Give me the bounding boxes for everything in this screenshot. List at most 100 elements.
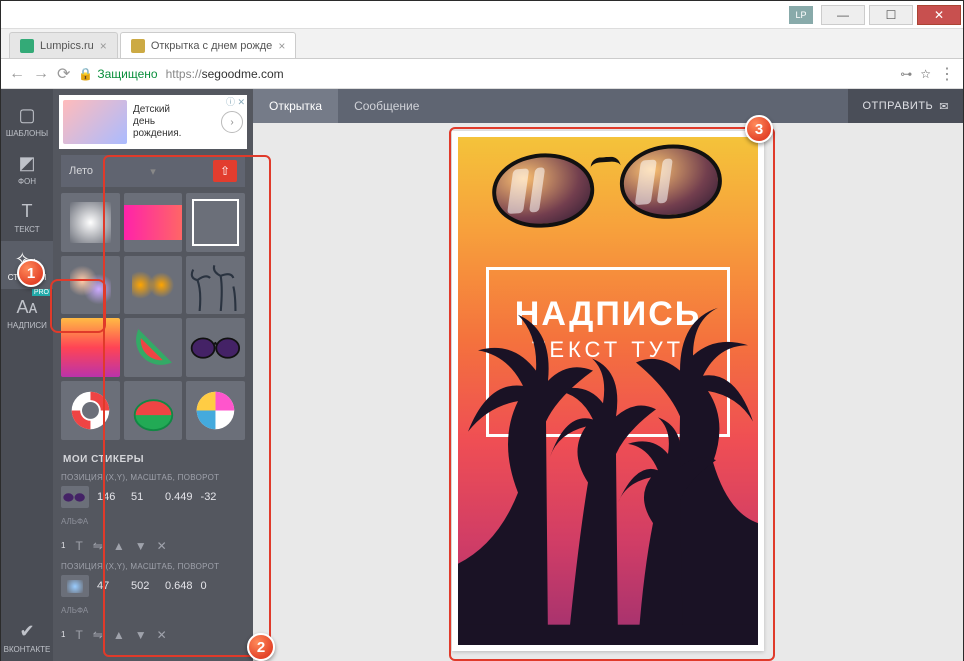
- sticker-thumb: [61, 575, 89, 597]
- favicon-icon: [20, 39, 34, 53]
- my-stickers-heading: МОИ СТИКЕРЫ: [63, 454, 243, 465]
- window-close-button[interactable]: ✕: [917, 5, 961, 25]
- poster-background: НАДПИСЬ ТЕКСТ ТУТ: [458, 137, 758, 645]
- tab-close-icon[interactable]: ×: [278, 39, 285, 53]
- sticker-watermelon-slice[interactable]: [124, 318, 183, 377]
- rail-vk[interactable]: ✔ ВКОНТАКТЕ: [1, 613, 53, 661]
- sticker-frame-white[interactable]: [186, 193, 245, 252]
- main-area: Открытка Сообщение ОТПРАВИТЬ ✉ НАДПИСЬ Т…: [253, 89, 963, 661]
- back-button[interactable]: ←: [9, 65, 25, 83]
- hint-marker-3: 3: [745, 115, 773, 143]
- sticker-watermelon-full[interactable]: [124, 381, 183, 440]
- rail-label: НАДПИСИ: [7, 321, 47, 330]
- text-tool-icon[interactable]: T: [75, 628, 82, 642]
- browser-tab-lumpics[interactable]: Lumpics.ru ×: [9, 32, 118, 58]
- text-icon: T: [22, 201, 33, 222]
- bookmark-star-icon[interactable]: ☆: [920, 67, 931, 81]
- canvas-area: НАДПИСЬ ТЕКСТ ТУТ: [253, 123, 963, 661]
- rail-text[interactable]: T ТЕКСТ: [1, 193, 53, 241]
- browser-menu-icon[interactable]: ⋮: [939, 64, 955, 84]
- url-text[interactable]: https://segoodme.com: [166, 67, 284, 81]
- ad-banner[interactable]: Детскийденьрождения. › ⓘ ✕: [59, 95, 247, 149]
- sticker-orange-grad[interactable]: [61, 318, 120, 377]
- stickers-panel: Детскийденьрождения. › ⓘ ✕ Лето ▾ ⇧ МОИ …: [53, 89, 253, 661]
- sticker-item-row[interactable]: 146 51 0.449 -32: [61, 484, 245, 510]
- window-minimize-button[interactable]: —: [821, 5, 865, 25]
- alpha-value[interactable]: 1: [61, 630, 65, 639]
- tab-close-icon[interactable]: ×: [100, 39, 107, 53]
- templates-icon: ▢: [18, 105, 35, 126]
- rail-label: ТЕКСТ: [14, 225, 39, 234]
- pos-y-value[interactable]: 502: [131, 580, 157, 592]
- alpha-value[interactable]: 1: [61, 541, 65, 550]
- browser-address-bar: ← → ⟳ 🔒 Защищено https://segoodme.com ⊶ …: [1, 59, 963, 89]
- sticker-item-row[interactable]: 47 502 0.648 0: [61, 573, 245, 599]
- layer-up-icon[interactable]: ▲: [113, 539, 125, 553]
- browser-tab-segoodme[interactable]: Открытка с днем рожде ×: [120, 32, 297, 58]
- layer-up-icon[interactable]: ▲: [113, 628, 125, 642]
- text-tool-icon[interactable]: T: [75, 539, 82, 553]
- rail-label: ШАБЛОНЫ: [6, 129, 48, 138]
- vk-icon: ✔: [19, 621, 34, 642]
- delete-icon[interactable]: ✕: [157, 539, 167, 553]
- rail-label: ВКОНТАКТЕ: [4, 645, 51, 654]
- alpha-label: АЛЬФА: [61, 606, 88, 615]
- window-maximize-button[interactable]: ☐: [869, 5, 913, 25]
- upload-button[interactable]: ⇧: [213, 160, 237, 182]
- reload-button[interactable]: ⟳: [57, 64, 70, 84]
- secure-indicator: 🔒 Защищено: [78, 67, 157, 81]
- sticker-beach-ball[interactable]: [186, 381, 245, 440]
- ad-image: [63, 100, 127, 144]
- flip-icon[interactable]: ⇋: [93, 539, 103, 553]
- sticker-pink-grad[interactable]: [124, 193, 183, 252]
- layer-down-icon[interactable]: ▼: [135, 539, 147, 553]
- sticker-properties: ПОЗИЦИЯ (X,Y), МАСШТАБ, ПОВОРОТ 146 51 0…: [61, 469, 245, 647]
- sticker-sunglasses[interactable]: [186, 318, 245, 377]
- tab-title: Lumpics.ru: [40, 40, 94, 52]
- window-titlebar: LP — ☐ ✕: [1, 1, 963, 29]
- sticker-palms[interactable]: [186, 256, 245, 315]
- pos-x-value[interactable]: 47: [97, 580, 123, 592]
- delete-icon[interactable]: ✕: [157, 628, 167, 642]
- scale-value[interactable]: 0.648: [165, 580, 193, 592]
- sunglasses-sticker[interactable]: [489, 137, 724, 237]
- rail-captions[interactable]: PRO Aᴀ НАДПИСИ: [1, 289, 53, 337]
- background-icon: ◩: [18, 153, 35, 174]
- sticker-bokeh[interactable]: [61, 256, 120, 315]
- layer-down-icon[interactable]: ▼: [135, 628, 147, 642]
- rotation-value[interactable]: 0: [201, 580, 227, 592]
- sticker-thumb: [61, 486, 89, 508]
- sticker-lifebuoy[interactable]: [61, 381, 120, 440]
- rail-label: ФОН: [18, 177, 36, 186]
- tab-message[interactable]: Сообщение: [338, 89, 435, 123]
- scale-value[interactable]: 0.449: [165, 491, 193, 503]
- sticker-category-select[interactable]: Лето ▾ ⇧: [61, 155, 245, 187]
- forward-button[interactable]: →: [33, 65, 49, 83]
- sticker-grid: [61, 193, 245, 440]
- sticker-flares[interactable]: [124, 256, 183, 315]
- tab-postcard[interactable]: Открытка: [253, 89, 338, 123]
- props-header-label: ПОЗИЦИЯ (X,Y), МАСШТАБ, ПОВОРОТ: [61, 562, 245, 571]
- secure-label: Защищено: [97, 67, 157, 81]
- ad-arrow-icon[interactable]: ›: [221, 111, 243, 133]
- rail-background[interactable]: ◩ ФОН: [1, 145, 53, 193]
- hint-marker-2: 2: [247, 633, 275, 661]
- lock-icon: 🔒: [78, 67, 93, 81]
- sticker-blur-light[interactable]: [61, 193, 120, 252]
- hint-marker-1: 1: [17, 259, 45, 287]
- ad-text: Детскийденьрождения.: [133, 104, 181, 140]
- props-header-label: ПОЗИЦИЯ (X,Y), МАСШТАБ, ПОВОРОТ: [61, 473, 245, 482]
- alpha-label: АЛЬФА: [61, 517, 88, 526]
- pos-y-value[interactable]: 51: [131, 491, 157, 503]
- rotation-value[interactable]: -32: [201, 491, 227, 503]
- postcard-canvas[interactable]: НАДПИСЬ ТЕКСТ ТУТ: [452, 131, 764, 651]
- send-button[interactable]: ОТПРАВИТЬ ✉: [848, 89, 963, 123]
- envelope-icon: ✉: [939, 100, 949, 113]
- editor-tab-bar: Открытка Сообщение ОТПРАВИТЬ ✉: [253, 89, 963, 123]
- ad-close-icon[interactable]: ⓘ ✕: [226, 95, 245, 108]
- key-icon[interactable]: ⊶: [900, 67, 912, 81]
- flip-icon[interactable]: ⇋: [93, 628, 103, 642]
- pos-x-value[interactable]: 146: [97, 491, 123, 503]
- rail-templates[interactable]: ▢ ШАБЛОНЫ: [1, 97, 53, 145]
- tab-title: Открытка с днем рожде: [151, 40, 273, 52]
